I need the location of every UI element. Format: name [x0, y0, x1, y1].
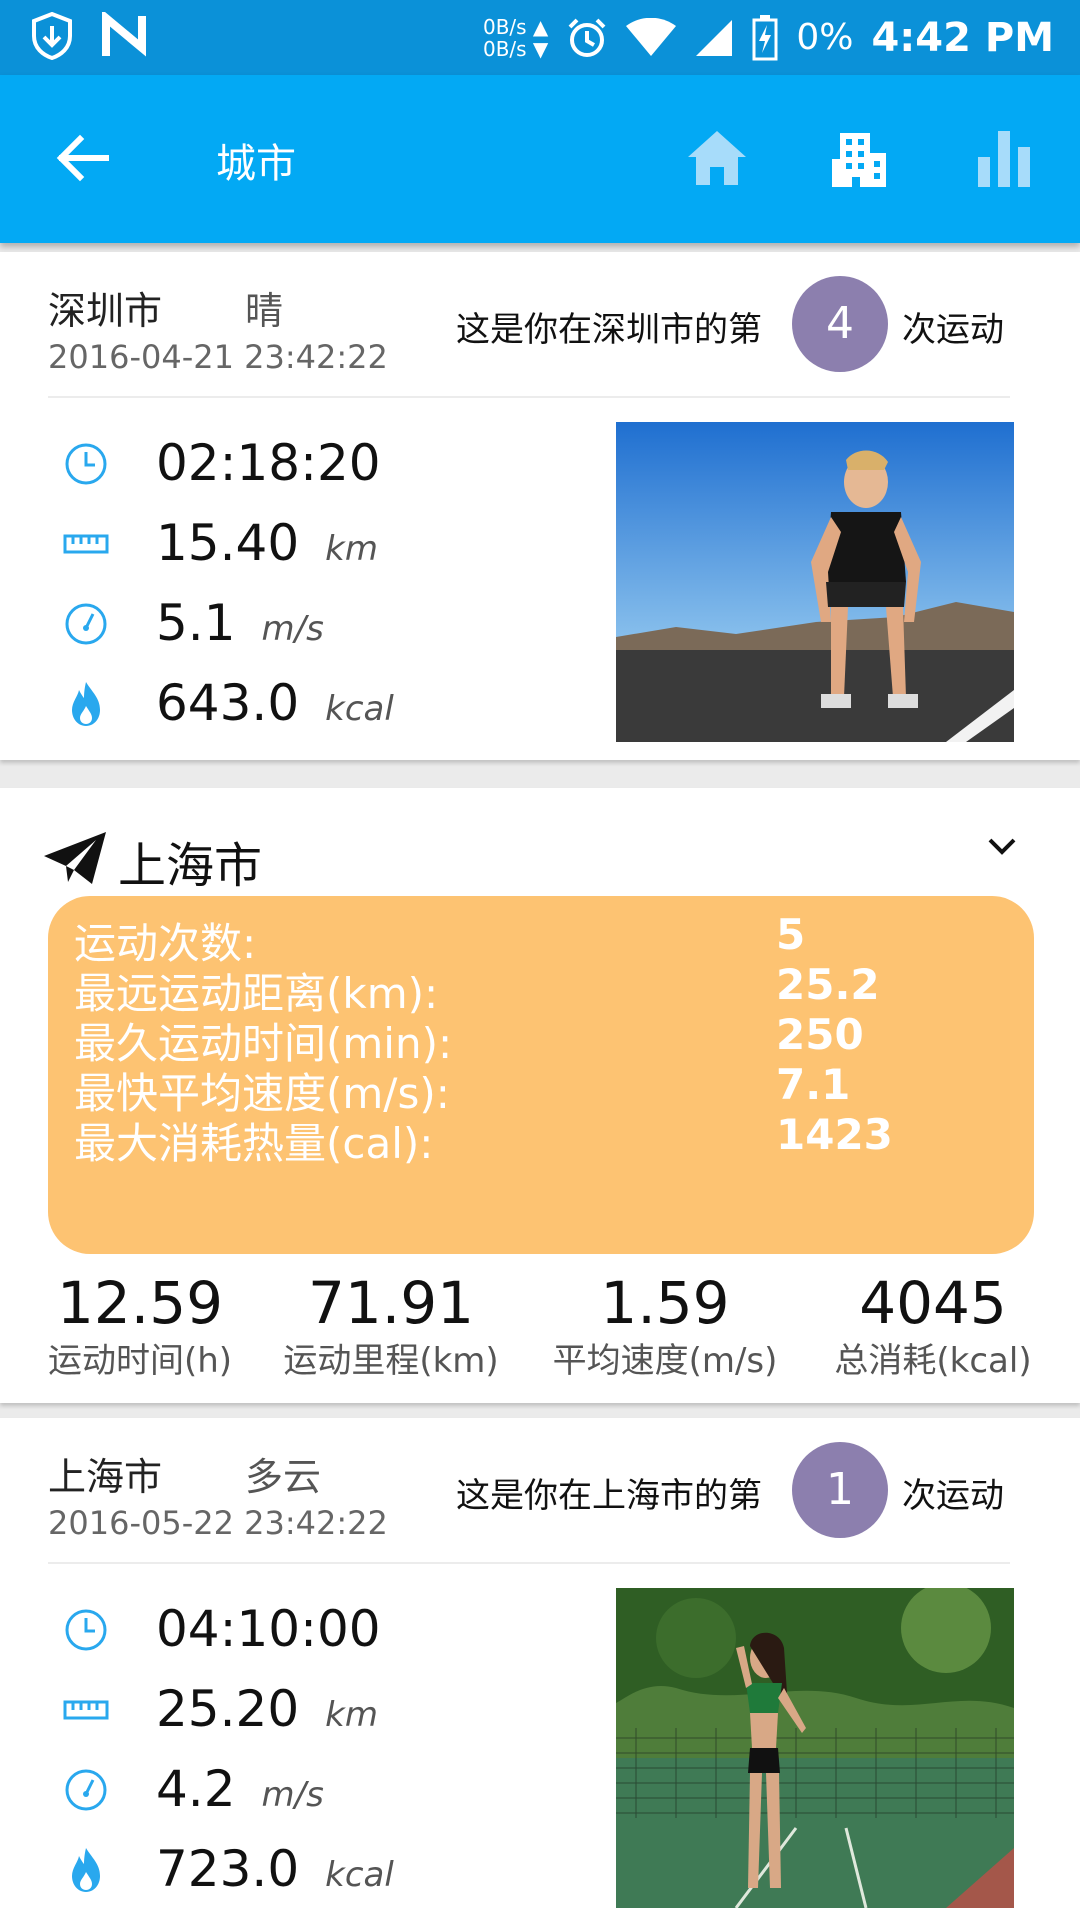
record-value: 1423: [776, 1110, 893, 1159]
shield-download-icon: [32, 12, 72, 60]
count-suffix: 次运动: [902, 1476, 1004, 1516]
count-badge: 1: [792, 1442, 888, 1538]
total-distance-label: 运动里程(km): [283, 1341, 499, 1381]
average-speed: 1.59 平均速度(m/s): [540, 1268, 790, 1384]
distance-number: 25.20: [156, 1680, 300, 1738]
net-up-value: 0B/s: [482, 14, 527, 39]
calories-unit: kcal: [325, 689, 394, 729]
calories-value: 643.0 kcal: [156, 674, 394, 732]
duration-value: 04:10:00: [156, 1600, 381, 1658]
speed-value: 5.1 m/s: [156, 594, 324, 652]
total-time-label: 运动时间(h): [47, 1341, 233, 1381]
card-city: 上海市: [48, 1455, 163, 1499]
city-buildings-icon[interactable]: [826, 123, 896, 193]
record-value: 7.1: [776, 1060, 851, 1109]
speed-number: 4.2: [156, 1760, 236, 1818]
distance-value: 25.20 km: [156, 1680, 378, 1738]
flame-icon: [72, 682, 100, 726]
total-distance-value: 71.91: [307, 1269, 475, 1337]
speedometer-icon: [65, 603, 107, 645]
count-prefix: 这是你在上海市的第: [456, 1476, 762, 1516]
total-distance: 71.91 运动里程(km): [276, 1268, 506, 1384]
workout-card[interactable]: 上海市 多云 2016-05-22 23:42:22 这是你在上海市的第 1 次…: [0, 1418, 1080, 1920]
clock-icon: [65, 1609, 107, 1651]
speed-unit: m/s: [261, 1775, 324, 1815]
network-speed: 0B/s ▲ 0B/s ▼: [482, 14, 549, 61]
ruler-icon: [63, 1700, 109, 1720]
home-icon[interactable]: [682, 123, 752, 193]
net-down-value: 0B/s: [482, 36, 527, 61]
totals-row: 12.59 运动时间(h) 71.91 运动里程(km) 1.59 平均速度(m…: [0, 1268, 1080, 1388]
distance-number: 15.40: [156, 514, 300, 572]
total-time-value: 12.59: [56, 1269, 224, 1337]
calories-number: 723.0: [156, 1840, 300, 1898]
duration-value: 02:18:20: [156, 434, 381, 492]
calories-value: 723.0 kcal: [156, 1840, 394, 1898]
card-weather: 多云: [245, 1455, 322, 1499]
record-label: 最大消耗热量(cal):: [74, 1119, 434, 1168]
alarm-icon: [568, 18, 606, 57]
total-calories-value: 4045: [859, 1269, 1007, 1337]
calories-unit: kcal: [325, 1855, 394, 1895]
chevron-down-icon[interactable]: [984, 828, 1020, 864]
record-value: 25.2: [776, 960, 880, 1009]
total-calories: 4045 总消耗(kcal): [818, 1268, 1048, 1384]
signal-icon: [696, 19, 733, 56]
distance-unit: km: [325, 1695, 378, 1735]
card-city: 深圳市: [48, 289, 163, 333]
battery-percent: 0%: [796, 17, 854, 58]
bar-chart-icon[interactable]: [970, 123, 1040, 193]
card-weather: 晴: [245, 289, 284, 333]
clock-icon: [65, 443, 107, 485]
speed-number: 5.1: [156, 594, 236, 652]
record-value: 250: [776, 1010, 864, 1059]
card-date: 2016-04-21 23:42:22: [48, 338, 388, 376]
average-speed-value: 1.59: [600, 1269, 730, 1337]
workout-card[interactable]: 深圳市 晴 2016-04-21 23:42:22 这是你在深圳市的第 4 次运…: [0, 252, 1080, 760]
page-title: 城市: [216, 141, 296, 187]
speedometer-icon: [65, 1769, 107, 1811]
count-badge: 4: [792, 276, 888, 372]
average-speed-label: 平均速度(m/s): [552, 1341, 778, 1381]
workout-photo: [616, 1588, 1014, 1908]
city-summary-panel: 上海市 运动次数: 5 最远运动距离(km): 25.2 最久运动时间(min)…: [0, 788, 1080, 1403]
card-divider: [48, 396, 1010, 398]
speed-unit: m/s: [261, 609, 324, 649]
record-value: 5: [776, 910, 806, 959]
card-divider: [48, 1562, 1010, 1564]
total-calories-label: 总消耗(kcal): [834, 1341, 1032, 1381]
record-row: 最大消耗热量(cal): 1423: [74, 1110, 1014, 1170]
count-suffix: 次运动: [902, 310, 1004, 350]
back-arrow-icon[interactable]: [52, 127, 114, 189]
battery-charging-icon: [752, 14, 778, 60]
speed-value: 4.2 m/s: [156, 1760, 324, 1818]
total-time: 12.59 运动时间(h): [40, 1268, 240, 1384]
distance-value: 15.40 km: [156, 514, 378, 572]
clock-time: 4:42 PM: [871, 14, 1054, 61]
best-records-box: 运动次数: 5 最远运动距离(km): 25.2 最久运动时间(min): 25…: [48, 896, 1034, 1254]
paper-plane-icon: [44, 832, 106, 884]
app-bar: 城市: [0, 75, 1080, 243]
summary-city: 上海市: [118, 838, 263, 894]
flame-icon: [72, 1848, 100, 1892]
wifi-icon: [626, 17, 677, 56]
count-prefix: 这是你在深圳市的第: [456, 310, 762, 350]
nfc-n-icon: [102, 12, 146, 57]
card-date: 2016-05-22 23:42:22: [48, 1504, 388, 1542]
workout-photo: [616, 422, 1014, 742]
distance-unit: km: [325, 529, 378, 569]
ruler-icon: [63, 534, 109, 554]
calories-number: 643.0: [156, 674, 300, 732]
status-bar: 0B/s ▲ 0B/s ▼ 0% 4:42 PM: [0, 0, 1080, 75]
